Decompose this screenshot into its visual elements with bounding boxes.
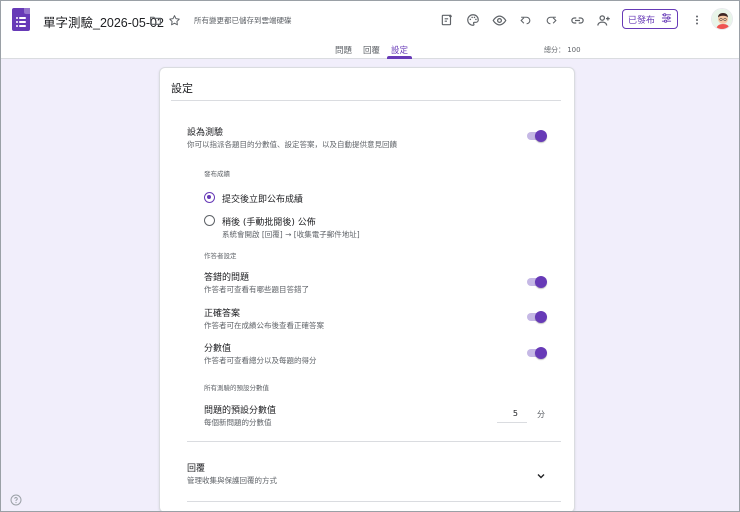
more-vert-icon[interactable] — [689, 12, 705, 28]
title-divider — [171, 100, 561, 101]
release-grade-heading: 發布成績 — [204, 170, 230, 178]
total-points: 總分： 100 — [544, 46, 581, 54]
default-points-unit: 分 — [537, 410, 545, 419]
respondent-settings-heading: 作答者設定 — [204, 252, 237, 260]
correct-answers-description: 作答者可在成績公布後查看正確答案 — [204, 321, 324, 330]
redo-icon[interactable] — [543, 12, 559, 28]
correct-answers-title: 正確答案 — [204, 309, 241, 319]
top-header: 單字測驗_2026-05-02 所有變更都已儲存到雲端硬碟 已發布 問題 回覆 … — [1, 1, 739, 59]
document-title[interactable]: 單字測驗_2026-05-02 — [43, 12, 164, 31]
release-immediate-label[interactable]: 提交後立即公布成績 — [222, 192, 303, 205]
app-frame: 單字測驗_2026-05-02 所有變更都已儲存到雲端硬碟 已發布 問題 回覆 … — [0, 0, 740, 512]
release-later-label[interactable]: 稍後 (手動批閱後) 公佈 — [222, 215, 316, 228]
forms-logo-icon[interactable] — [12, 8, 30, 31]
preview-icon[interactable] — [491, 12, 507, 28]
published-button[interactable]: 已發布 — [622, 9, 678, 29]
responses-section-description: 管理收集與保護回覆的方式 — [187, 476, 277, 485]
point-values-description: 作答者可查看總分以及每題的得分 — [204, 356, 317, 365]
release-later-note: 系統會開啟 [回覆] → [收集電子郵件地址] — [222, 230, 360, 239]
missed-questions-title: 答錯的問題 — [204, 273, 250, 283]
avatar[interactable] — [711, 8, 733, 30]
chevron-down-icon[interactable] — [535, 467, 547, 479]
settings-title: 設定 — [171, 82, 193, 95]
star-icon[interactable] — [166, 12, 182, 28]
folder-icon[interactable] — [147, 12, 163, 28]
palette-icon[interactable] — [465, 12, 481, 28]
point-values-title: 分數值 — [204, 344, 232, 354]
published-label: 已發布 — [627, 15, 655, 26]
help-icon[interactable] — [10, 491, 22, 506]
addon-icon[interactable] — [439, 12, 455, 28]
save-status: 所有變更都已儲存到雲端硬碟 — [194, 16, 292, 25]
bottom-divider — [187, 501, 561, 502]
correct-answers-toggle[interactable] — [525, 311, 547, 323]
default-points-input[interactable]: 5 — [497, 407, 527, 423]
tab-responses[interactable]: 回覆 — [363, 44, 380, 56]
responses-section-title[interactable]: 回覆 — [187, 461, 205, 474]
quiz-title: 設為測驗 — [187, 128, 224, 138]
quiz-description: 你可以指派各題目的分數值、設定答案，以及自動提供意見回饋 — [187, 140, 397, 149]
tab-bar: 問題 回覆 設定 總分： 100 — [1, 41, 739, 59]
tab-questions[interactable]: 問題 — [335, 44, 352, 56]
default-points-heading: 所有測驗的預設分數值 — [204, 384, 269, 392]
publish-settings-icon — [661, 12, 672, 26]
link-icon[interactable] — [569, 12, 585, 28]
default-points-description: 每個新問題的分數值 — [204, 418, 272, 427]
add-collaborator-icon[interactable] — [595, 12, 611, 28]
radio-release-later[interactable] — [204, 215, 215, 226]
radio-release-immediate[interactable] — [204, 192, 215, 203]
default-points-title: 問題的預設分數值 — [204, 406, 277, 416]
tab-settings[interactable]: 設定 — [391, 44, 408, 56]
undo-icon[interactable] — [517, 12, 533, 28]
responses-divider — [187, 441, 561, 442]
missed-questions-toggle[interactable] — [525, 276, 547, 288]
point-values-toggle[interactable] — [525, 347, 547, 359]
missed-questions-description: 作答者可查看有哪些題目答錯了 — [204, 285, 309, 294]
quiz-toggle[interactable] — [525, 130, 547, 142]
